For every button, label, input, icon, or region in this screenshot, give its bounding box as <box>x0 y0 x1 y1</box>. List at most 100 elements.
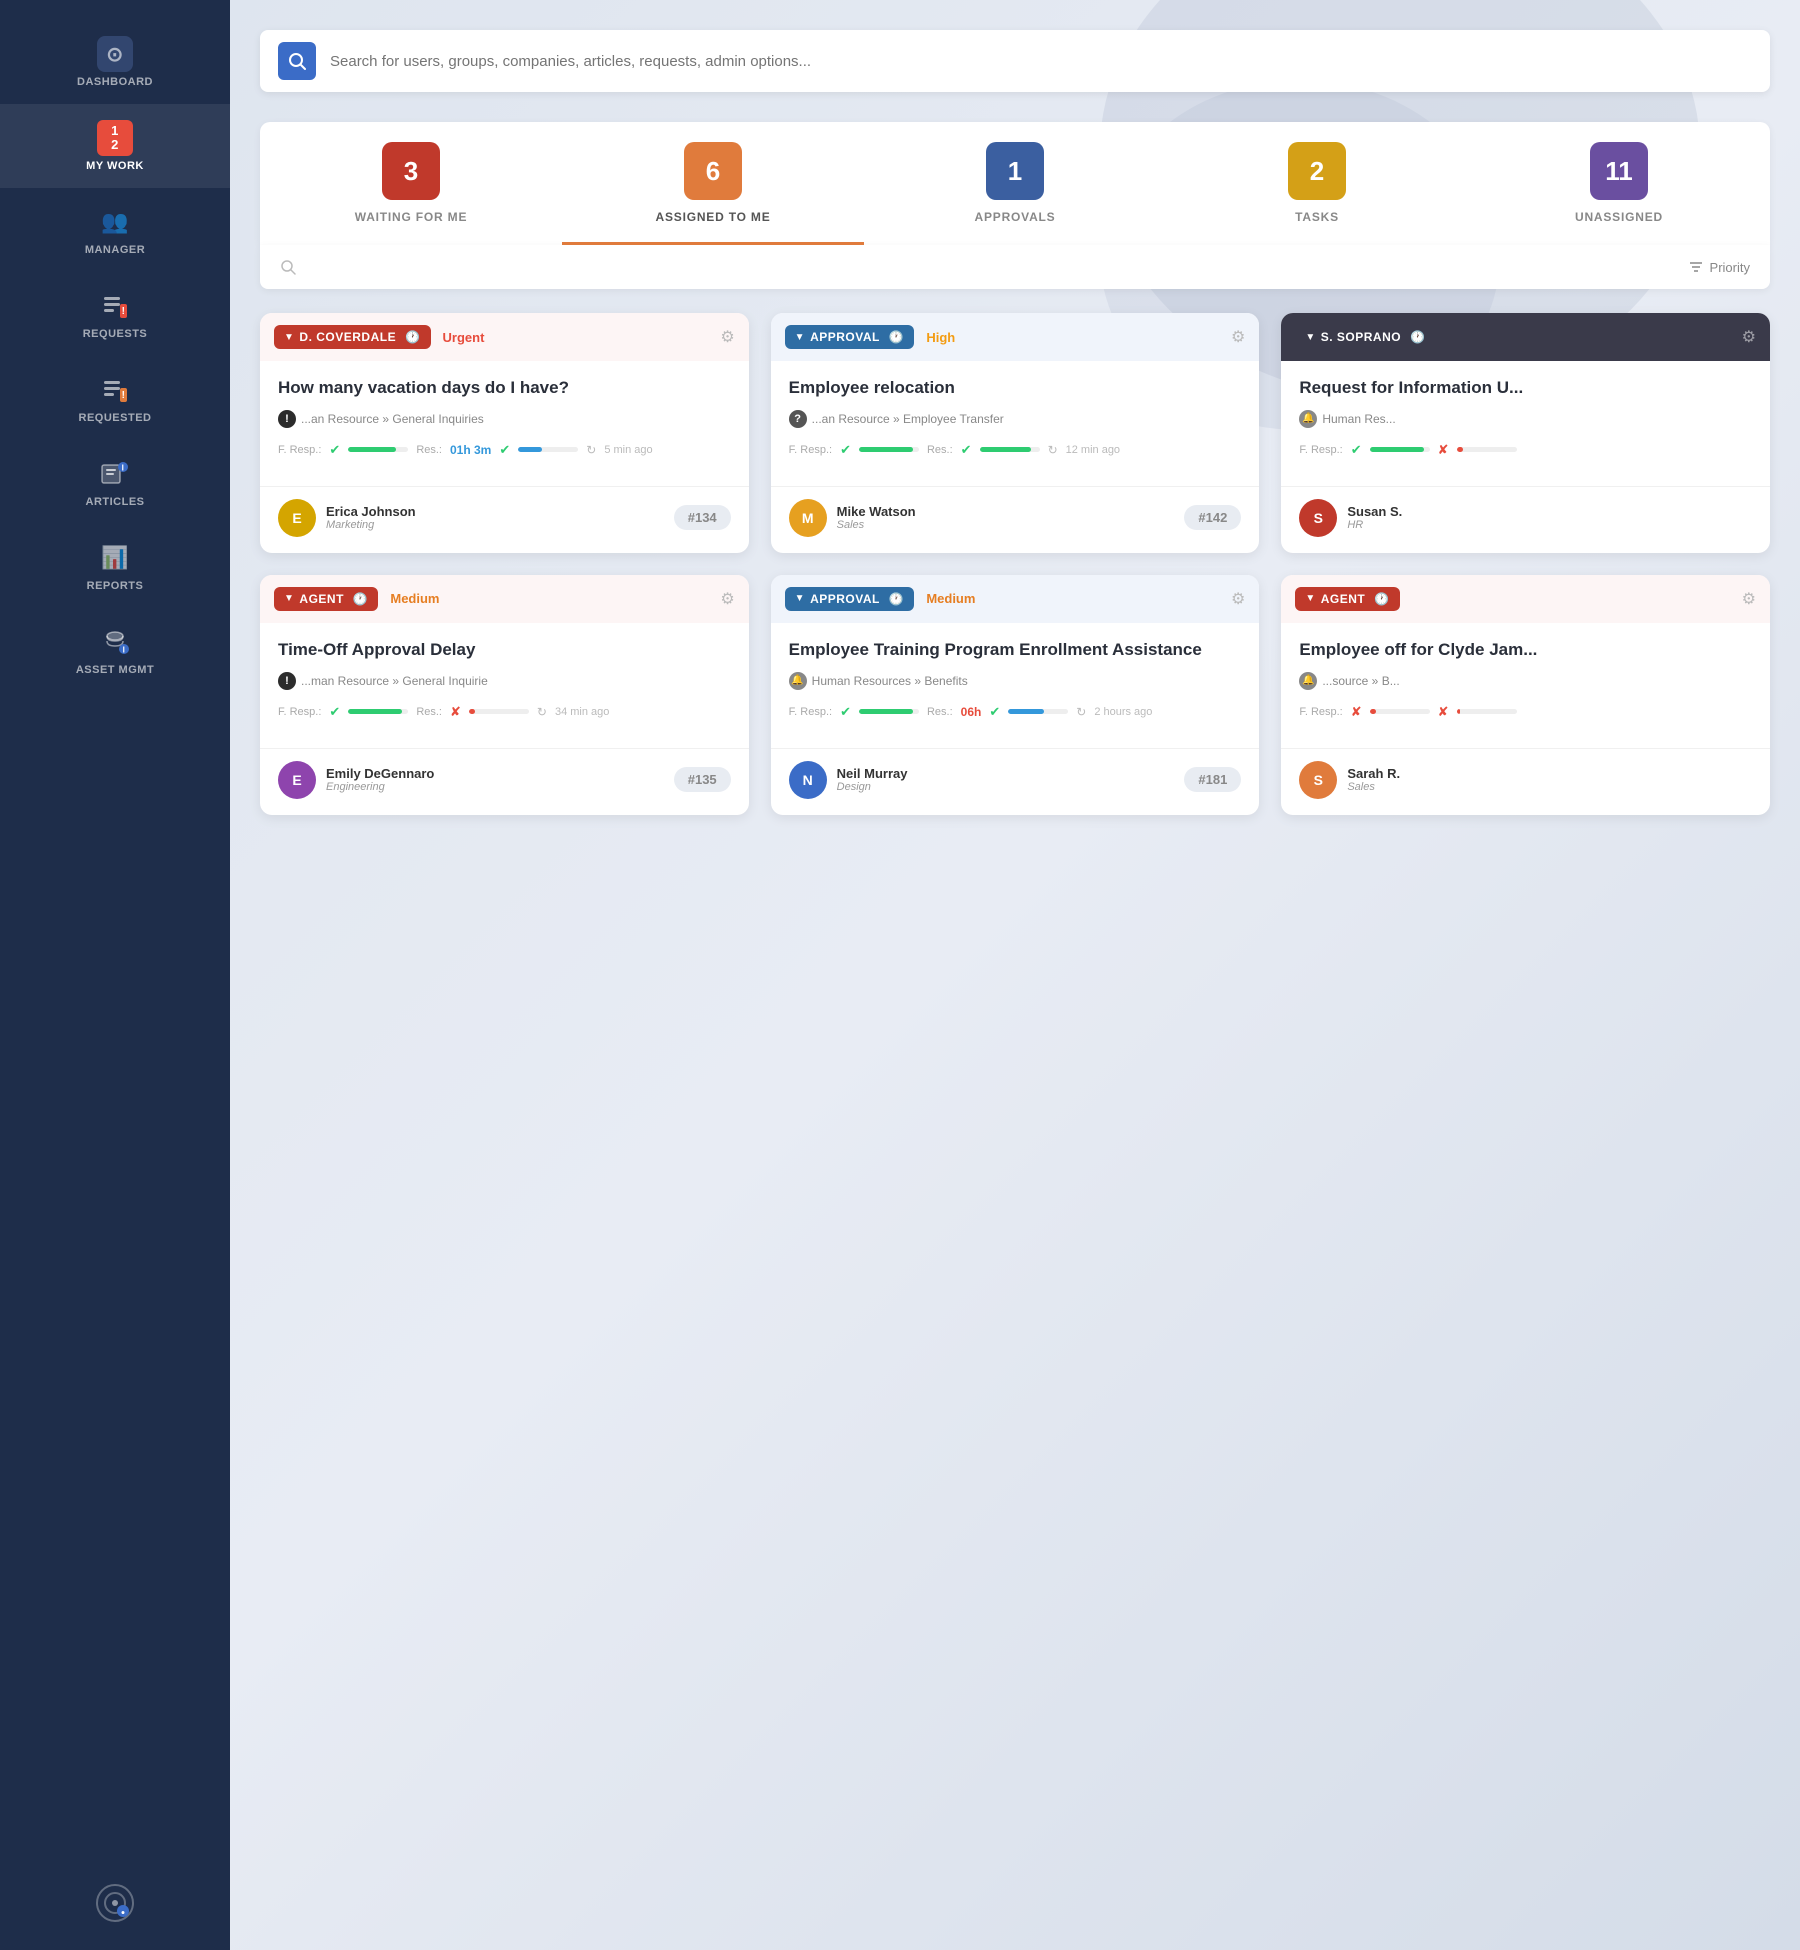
card-4-refresh-icon: ↻ <box>537 705 547 719</box>
main-content: 3 WAITING FOR ME 6 ASSIGNED TO ME 1 APPR… <box>230 0 1800 1950</box>
requests-icon: ! <box>97 288 133 324</box>
card-5-progress1 <box>859 709 919 714</box>
card-2-header: ▼ APPROVAL 🕐 High ⚙ <box>771 313 1260 361</box>
card-6-header: ▼ AGENT 🕐 ⚙ <box>1281 575 1770 623</box>
card-1-footer: E Erica Johnson Marketing #134 <box>260 487 749 553</box>
tab-assigned[interactable]: 6 ASSIGNED TO ME <box>562 122 864 245</box>
card-4-header: ▼ AGENT 🕐 Medium ⚙ <box>260 575 749 623</box>
sidebar-label-articles: ARTICLES <box>86 496 145 508</box>
filter-input[interactable] <box>304 259 604 275</box>
card-1-priority: Urgent <box>443 330 485 345</box>
card-5-body: Employee Training Program Enrollment Ass… <box>771 623 1260 748</box>
card-5-header: ▼ APPROVAL 🕐 Medium ⚙ <box>771 575 1260 623</box>
svg-text:!: ! <box>122 306 126 317</box>
card-2-gear-icon[interactable]: ⚙ <box>1231 327 1245 347</box>
tab-badge-waiting: 3 <box>382 142 440 200</box>
card-5-title: Employee Training Program Enrollment Ass… <box>789 639 1242 662</box>
card-6: ▼ AGENT 🕐 ⚙ Employee off for Clyde Jam..… <box>1281 575 1770 815</box>
card-1-tag: ▼ D. COVERDALE 🕐 <box>274 325 431 349</box>
card-4-agent-dept: Engineering <box>326 781 664 793</box>
card-6-path: 🔔 ...source » B... <box>1299 672 1752 690</box>
card-2-footer: M Mike Watson Sales #142 <box>771 487 1260 553</box>
card-3-gear-icon[interactable]: ⚙ <box>1742 327 1756 347</box>
card-3-meta: F. Resp.: ✔ ✘ <box>1299 442 1752 458</box>
sidebar-item-manager[interactable]: 👥 MANAGER <box>0 188 230 272</box>
search-input[interactable] <box>330 53 1752 70</box>
card-3-footer: S Susan S. HR <box>1281 487 1770 553</box>
card-5-path-icon: 🔔 <box>789 672 807 690</box>
sidebar-label-dashboard: DASHBOARD <box>77 76 153 88</box>
card-2-refresh-icon: ↻ <box>1048 443 1058 457</box>
card-1-agent-dept: Marketing <box>326 519 664 531</box>
card-4-gear-icon[interactable]: ⚙ <box>720 589 734 609</box>
card-1-body: How many vacation days do I have? ! ...a… <box>260 361 749 486</box>
card-3-path: 🔔 Human Res... <box>1299 410 1752 428</box>
manager-icon: 👥 <box>97 204 133 240</box>
card-3-agent-dept: HR <box>1347 519 1752 531</box>
card-4-agent-info: Emily DeGennaro Engineering <box>326 766 664 793</box>
tab-unassigned[interactable]: 11 UNASSIGNED <box>1468 122 1770 245</box>
card-3-agent-name: Susan S. <box>1347 504 1752 519</box>
card-4-progress1 <box>348 709 408 714</box>
card-6-body: Employee off for Clyde Jam... 🔔 ...sourc… <box>1281 623 1770 748</box>
card-1-agent-info: Erica Johnson Marketing <box>326 504 664 531</box>
sidebar-item-assetmgmt[interactable]: i ASSET MGMT <box>0 608 230 692</box>
articles-icon: i <box>97 456 133 492</box>
tab-waiting[interactable]: 3 WAITING FOR ME <box>260 122 562 245</box>
card-5-refresh-icon: ↻ <box>1076 705 1086 719</box>
svg-text:i: i <box>123 646 126 655</box>
card-4-path: ! ...man Resource » General Inquirie <box>278 672 731 690</box>
svg-text:!: ! <box>122 390 126 401</box>
sidebar-item-reports[interactable]: 📊 REPORTS <box>0 524 230 608</box>
card-5-avatar: N <box>789 761 827 799</box>
card-6-agent-name: Sarah R. <box>1347 766 1752 781</box>
card-1-gear-icon[interactable]: ⚙ <box>720 327 734 347</box>
tab-badge-unassigned: 11 <box>1590 142 1648 200</box>
card-1-agent-name: Erica Johnson <box>326 504 664 519</box>
dashboard-icon: ⊙ <box>97 36 133 72</box>
card-3-progress2 <box>1457 447 1517 452</box>
card-4-meta: F. Resp.: ✔ Res.: ✘ ↻ 34 min ago <box>278 704 731 720</box>
sidebar-item-requested[interactable]: ! REQUESTED <box>0 356 230 440</box>
sidebar-item-dashboard[interactable]: ⊙ DASHBOARD <box>0 20 230 104</box>
card-1-ticket: #134 <box>674 505 731 530</box>
card-6-path-icon: 🔔 <box>1299 672 1317 690</box>
card-4-progress2 <box>469 709 529 714</box>
tab-approvals[interactable]: 1 APPROVALS <box>864 122 1166 245</box>
tab-label-unassigned: UNASSIGNED <box>1575 210 1663 224</box>
card-6-tag: ▼ AGENT 🕐 <box>1295 587 1399 611</box>
card-5-priority: Medium <box>926 591 975 606</box>
sidebar: ⊙ DASHBOARD 12 MY WORK 👥 MANAGER ! REQUE… <box>0 0 230 1950</box>
tab-label-approvals: APPROVALS <box>975 210 1056 224</box>
tab-tasks[interactable]: 2 TASKS <box>1166 122 1468 245</box>
filter-search <box>280 259 1688 275</box>
sidebar-logo: ● <box>95 1863 135 1950</box>
card-4-agent-name: Emily DeGennaro <box>326 766 664 781</box>
card-1-title: How many vacation days do I have? <box>278 377 731 400</box>
requested-icon: ! <box>97 372 133 408</box>
sidebar-item-requests[interactable]: ! REQUESTS <box>0 272 230 356</box>
card-6-title: Employee off for Clyde Jam... <box>1299 639 1752 662</box>
search-icon-wrap[interactable] <box>278 42 316 80</box>
sidebar-item-mywork[interactable]: 12 MY WORK <box>0 104 230 188</box>
tab-label-tasks: TASKS <box>1295 210 1339 224</box>
card-5-gear-icon[interactable]: ⚙ <box>1231 589 1245 609</box>
card-3-path-icon: 🔔 <box>1299 410 1317 428</box>
sidebar-item-articles[interactable]: i ARTICLES <box>0 440 230 524</box>
card-5-tag: ▼ APPROVAL 🕐 <box>785 587 915 611</box>
svg-text:●: ● <box>121 1910 125 1917</box>
card-3: ▼ S. SOPRANO 🕐 ⚙ Request for Information… <box>1281 313 1770 553</box>
card-4-path-icon: ! <box>278 672 296 690</box>
card-2-agent-info: Mike Watson Sales <box>837 504 1175 531</box>
card-2: ▼ APPROVAL 🕐 High ⚙ Employee relocation … <box>771 313 1260 553</box>
filter-priority-btn[interactable]: Priority <box>1688 259 1750 275</box>
card-6-gear-icon[interactable]: ⚙ <box>1742 589 1756 609</box>
filter-icon <box>1688 259 1704 275</box>
tab-label-assigned: ASSIGNED TO ME <box>656 210 771 224</box>
card-4-avatar: E <box>278 761 316 799</box>
sidebar-label-reports: REPORTS <box>87 580 144 592</box>
card-4-priority: Medium <box>390 591 439 606</box>
card-6-progress1 <box>1370 709 1430 714</box>
card-3-tag: ▼ S. SOPRANO 🕐 <box>1295 325 1435 349</box>
card-1-path: ! ...an Resource » General Inquiries <box>278 410 731 428</box>
